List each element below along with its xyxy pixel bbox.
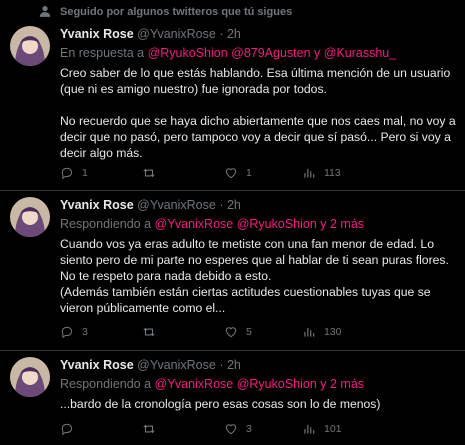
- timestamp[interactable]: 2h: [227, 27, 241, 41]
- timestamp[interactable]: 2h: [227, 198, 241, 212]
- reply-context: Respondiendo a @YvanixRose @RyukoShion y…: [60, 216, 459, 232]
- reply-count: 3: [82, 326, 88, 338]
- social-context-text: Seguido por algunos twitteros que tú sig…: [60, 6, 293, 18]
- views-button[interactable]: 113: [302, 165, 341, 181]
- heart-icon: [225, 327, 237, 338]
- like-count: 5: [246, 326, 252, 338]
- reply-mentions[interactable]: @YvanixRose @RyukoShion y 2 más: [155, 217, 365, 231]
- reply-mentions[interactable]: @YvanixRose @RyukoShion y 2 más: [155, 377, 365, 391]
- display-name[interactable]: Yvanix Rose: [60, 358, 134, 372]
- reply-button[interactable]: 3: [60, 324, 88, 340]
- tweet-actions: 3 101: [60, 421, 459, 437]
- tweet-text: Creo saber de lo que estás hablando. Esa…: [60, 65, 459, 161]
- retweet-button[interactable]: [142, 165, 164, 181]
- timestamp[interactable]: 2h: [227, 358, 241, 372]
- retweet-button[interactable]: [142, 421, 164, 437]
- retweet-icon: [143, 168, 155, 178]
- like-count: 1: [246, 167, 252, 179]
- like-button[interactable]: 1: [224, 165, 252, 181]
- views-icon: [304, 424, 315, 434]
- retweet-icon: [143, 327, 155, 337]
- tweet-paragraph: Cuando vos ya eras adulto te metiste con…: [60, 237, 449, 315]
- reply-icon: [61, 167, 73, 180]
- reply-icon: [61, 423, 73, 436]
- tweet-header: Yvanix Rose @YvanixRose · 2h: [60, 357, 459, 373]
- social-context: Seguido por algunos twitteros que tú sig…: [0, 0, 465, 22]
- person-icon: [39, 6, 51, 17]
- like-button[interactable]: 3: [224, 421, 252, 437]
- tweet-text: Cuando vos ya eras adulto te metiste con…: [60, 236, 459, 316]
- reply-icon: [61, 326, 73, 339]
- views-count: 130: [324, 326, 342, 338]
- reply-context: Respondiendo a @YvanixRose @RyukoShion y…: [60, 376, 459, 392]
- views-button[interactable]: 101: [302, 421, 342, 437]
- separator-dot: ·: [219, 27, 224, 41]
- views-button[interactable]: 130: [302, 324, 342, 340]
- reply-button[interactable]: [60, 421, 82, 437]
- user-handle[interactable]: @YvanixRose: [137, 198, 216, 212]
- tweet-header: Yvanix Rose @YvanixRose · 2h: [60, 26, 459, 42]
- reply-count: 1: [82, 167, 88, 179]
- views-count: 101: [324, 423, 342, 435]
- heart-icon: [225, 424, 237, 435]
- divider: [0, 190, 465, 191]
- reply-prefix: Respondiendo a: [60, 217, 152, 231]
- views-count: 113: [324, 167, 341, 179]
- tweet-paragraph: Creo saber de lo que estás hablando. Esa…: [60, 66, 451, 96]
- avatar[interactable]: [10, 26, 50, 66]
- tweet-actions: 3 5 130: [60, 324, 459, 340]
- reply-context: En respuesta a @RyukoShion @879Agusten y…: [60, 45, 459, 61]
- tweet-paragraph: ...bardo de la cronología pero esas cosa…: [60, 397, 381, 411]
- views-icon: [304, 327, 315, 337]
- retweet-button[interactable]: [142, 324, 164, 340]
- reply-mentions[interactable]: @RyukoShion @879Agusten y @Kurasshu_: [148, 46, 397, 60]
- like-button[interactable]: 5: [224, 324, 252, 340]
- avatar[interactable]: [10, 357, 50, 397]
- user-handle[interactable]: @YvanixRose: [137, 358, 216, 372]
- tweet-actions: 1 1 113: [60, 165, 459, 181]
- avatar[interactable]: [10, 197, 50, 237]
- retweet-icon: [143, 424, 155, 434]
- tweet-paragraph: No recuerdo que se haya dicho abiertamen…: [60, 114, 456, 160]
- tweet-header: Yvanix Rose @YvanixRose · 2h: [60, 197, 459, 213]
- display-name[interactable]: Yvanix Rose: [60, 198, 134, 212]
- divider: [0, 350, 465, 351]
- like-count: 3: [246, 423, 252, 435]
- user-handle[interactable]: @YvanixRose: [137, 27, 216, 41]
- reply-prefix: Respondiendo a: [60, 377, 152, 391]
- tweet-text: ...bardo de la cronología pero esas cosa…: [60, 396, 459, 412]
- heart-icon: [225, 168, 237, 179]
- views-icon: [304, 168, 315, 178]
- separator-dot: ·: [219, 198, 224, 212]
- display-name[interactable]: Yvanix Rose: [60, 27, 134, 41]
- separator-dot: ·: [219, 358, 224, 372]
- reply-button[interactable]: 1: [60, 165, 88, 181]
- reply-prefix: En respuesta a: [60, 46, 145, 60]
